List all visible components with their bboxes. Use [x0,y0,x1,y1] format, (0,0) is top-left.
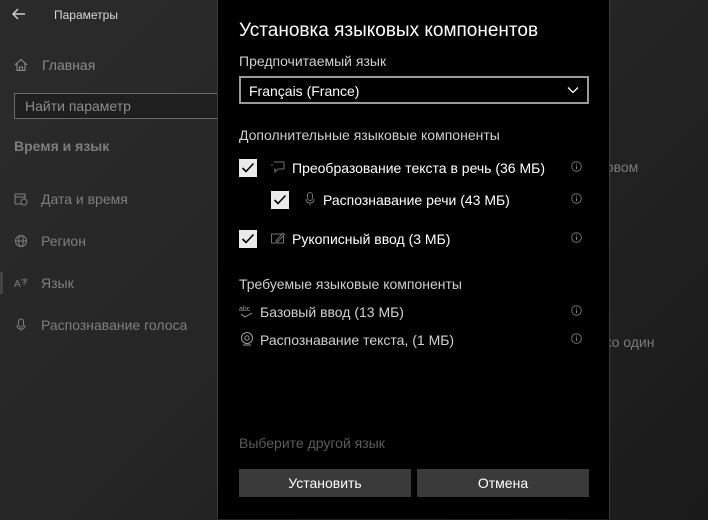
app-title: Параметры [54,8,118,22]
home-icon [14,58,28,72]
pen-icon [271,232,286,244]
handwriting-label: Рукописный ввод (3 МБ) [292,231,451,247]
language-icon: A 字 [14,277,28,290]
optional-features-label: Дополнительные языковые компоненты [239,127,500,143]
basic-typing-label: Базовый ввод (13 МБ) [260,304,404,320]
info-icon[interactable] [571,305,582,316]
bottom-strip [0,520,708,531]
nav-home-label: Главная [42,57,96,73]
sidebar-item-label: Распознавание голоса [41,317,188,333]
sidebar-item-speech[interactable]: Распознавание голоса [14,315,187,335]
checkmark-icon [241,162,255,173]
sidebar-item-language[interactable]: A 字 Язык [14,273,74,293]
sidebar-item-label: Язык [41,275,74,291]
back-arrow-icon[interactable] [11,5,27,23]
sidebar-item-label: Дата и время [41,191,128,207]
speech-bubble-icon [271,161,285,174]
install-language-dialog: Установка языковых компонентов Предпочит… [217,0,610,519]
svg-text:A: A [14,279,21,290]
info-icon[interactable] [571,232,582,243]
svg-text:abc: abc [239,306,251,313]
sidebar-item-date-time[interactable]: Дата и время [14,189,128,209]
selection-indicator [0,272,3,294]
ocr-label: Распознавание текста, (1 МБ) [260,332,455,348]
section-title: Время и язык [14,138,110,154]
language-dropdown[interactable]: Français (France) [239,76,589,104]
abc-icon: abc [239,306,253,318]
cancel-button[interactable]: Отмена [417,469,589,497]
webcam-icon [241,332,253,346]
speech-recognition-checkbox[interactable] [271,191,289,209]
selected-language: Français (France) [249,83,360,99]
search-placeholder: Найти параметр [25,98,131,114]
info-icon[interactable] [571,161,582,172]
tts-checkbox[interactable] [239,159,257,177]
chevron-down-icon [567,87,579,94]
sidebar-item-region[interactable]: Регион [14,231,86,251]
choose-other-language-link[interactable]: Выберите другой язык [239,435,385,451]
microphone-icon [16,318,26,331]
nav-home[interactable]: Главная [14,56,95,74]
checkmark-icon [273,194,287,205]
sidebar-item-label: Регион [41,233,86,249]
checkmark-icon [241,233,255,244]
microphone-icon [305,192,315,206]
calendar-clock-icon [14,193,28,206]
info-icon[interactable] [571,333,582,344]
handwriting-checkbox[interactable] [239,230,257,248]
required-features-label: Требуемые языковые компоненты [239,276,462,292]
tts-label: Преобразование текста в речь (36 МБ) [292,160,545,176]
preferred-language-label: Предпочитаемый язык [239,53,387,69]
speech-recognition-label: Распознавание речи (43 МБ) [323,192,510,208]
dialog-title: Установка языковых компонентов [239,20,539,41]
svg-text:字: 字 [21,277,28,286]
title-bar: Параметры [0,0,220,30]
globe-icon [15,235,27,247]
search-input[interactable]: Найти параметр [14,93,230,119]
info-icon[interactable] [571,193,582,204]
install-button[interactable]: Установить [239,469,411,497]
